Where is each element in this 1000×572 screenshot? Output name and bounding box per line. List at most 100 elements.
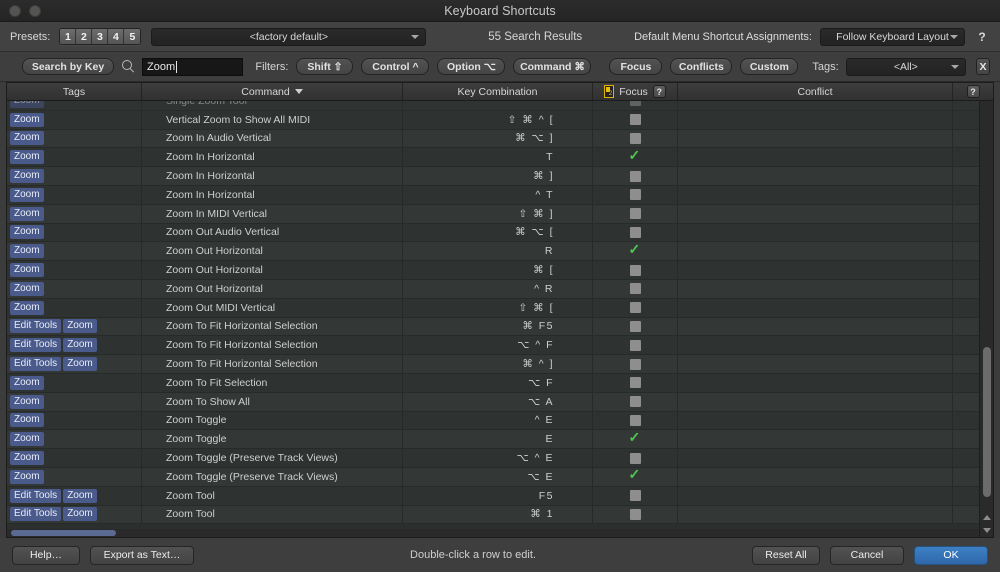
row-focus-cell[interactable] <box>593 279 678 298</box>
table-row[interactable]: Zoom Zoom In MIDI Vertical ⇧ ⌘ ] <box>7 204 993 224</box>
table-row[interactable]: Zoom Zoom Out Audio Vertical ⌘ ⌥ [ <box>7 223 993 243</box>
column-header-conflict-help[interactable]: ? <box>953 83 993 100</box>
row-focus-cell[interactable] <box>593 411 678 430</box>
scroll-up-arrow-icon[interactable] <box>982 515 991 520</box>
filter-conflicts-button[interactable]: Conflicts <box>670 58 733 75</box>
vertical-scrollbar[interactable] <box>979 101 993 537</box>
preset-select[interactable]: <factory default> <box>151 27 427 46</box>
focus-checkbox[interactable] <box>629 339 641 351</box>
preset-button-4[interactable]: 4 <box>108 29 125 44</box>
focus-checkbox[interactable] <box>629 490 641 502</box>
filter-command-button[interactable]: Command ⌘ <box>513 58 592 75</box>
ok-button[interactable]: OK <box>914 545 988 565</box>
row-focus-cell[interactable] <box>593 449 678 467</box>
focus-checkbox[interactable] <box>629 264 641 276</box>
focus-checkmark-icon[interactable] <box>629 242 642 257</box>
search-input[interactable]: Zoom <box>142 57 244 76</box>
filter-focus-button[interactable]: Focus <box>609 58 663 75</box>
preset-button-5[interactable]: 5 <box>124 29 141 44</box>
clear-filters-button[interactable]: X <box>976 58 990 75</box>
row-focus-cell[interactable] <box>593 185 678 204</box>
table-row[interactable]: Zoom Zoom In Horizontal ⌘ ] <box>7 167 993 186</box>
conflict-help-icon[interactable]: ? <box>966 85 980 98</box>
focus-checkbox[interactable] <box>629 414 641 426</box>
vertical-scroll-thumb[interactable] <box>983 347 991 497</box>
row-focus-cell[interactable] <box>593 355 678 373</box>
search-by-key-button[interactable]: Search by Key <box>22 58 114 75</box>
help-question-icon[interactable]: ? <box>974 29 990 45</box>
focus-checkbox[interactable] <box>629 508 641 520</box>
table-row[interactable]: Edit Tools Zoom Zoom To Fit Horizontal Sel… <box>7 317 993 337</box>
row-focus-cell[interactable] <box>593 242 678 261</box>
column-header-key-combination[interactable]: Key Combination <box>403 83 593 100</box>
table-row[interactable]: Zoom Zoom Toggle ^ E <box>7 411 993 431</box>
table-row[interactable]: Zoom Zoom Toggle E <box>7 430 993 450</box>
column-header-command[interactable]: Command <box>142 83 403 100</box>
row-focus-cell[interactable] <box>593 486 678 505</box>
focus-checkmark-icon[interactable] <box>629 467 642 482</box>
column-header-focus[interactable]: Focus ? <box>593 83 678 100</box>
table-row[interactable]: Zoom Zoom In Horizontal ^ T <box>7 185 993 205</box>
row-focus-cell[interactable] <box>593 336 678 355</box>
focus-checkbox[interactable] <box>629 283 641 295</box>
focus-checkbox[interactable] <box>629 208 641 220</box>
focus-checkbox[interactable] <box>629 377 641 389</box>
table-row[interactable]: Zoom Zoom In Audio Vertical ⌘ ⌥ ] <box>7 129 993 149</box>
column-header-tags[interactable]: Tags <box>7 83 142 100</box>
row-focus-cell[interactable] <box>593 392 678 411</box>
row-focus-cell[interactable] <box>593 148 678 167</box>
table-row[interactable]: Zoom Zoom Toggle (Preserve Track Views) ⌥ … <box>7 467 993 487</box>
table-row[interactable]: Zoom Zoom Out MIDI Vertical ⇧ ⌘ [ <box>7 298 993 318</box>
preset-button-3[interactable]: 3 <box>92 29 109 44</box>
filter-control-button[interactable]: Control ^ <box>361 58 430 75</box>
table-row[interactable]: Zoom Zoom To Fit Selection ⌥ F <box>7 373 993 393</box>
focus-help-icon[interactable]: ? <box>652 85 666 98</box>
row-focus-cell[interactable] <box>593 223 678 242</box>
help-button[interactable]: Help… <box>12 545 80 565</box>
default-menu-assignments-select[interactable]: Follow Keyboard Layout <box>820 27 965 46</box>
scroll-down-arrow-icon[interactable] <box>982 528 991 533</box>
focus-checkbox[interactable] <box>629 302 641 314</box>
focus-checkmark-icon[interactable] <box>629 430 642 445</box>
focus-checkbox[interactable] <box>629 132 641 144</box>
row-focus-cell[interactable] <box>593 430 678 449</box>
table-row[interactable]: Zoom Single Zoom Tool <box>7 101 993 111</box>
focus-checkbox[interactable] <box>629 189 641 201</box>
row-focus-cell[interactable] <box>593 110 678 129</box>
preset-button-2[interactable]: 2 <box>76 29 93 44</box>
row-focus-cell[interactable] <box>593 317 678 336</box>
row-focus-cell[interactable] <box>593 167 678 185</box>
table-row[interactable]: Zoom Zoom In Horizontal T <box>7 148 993 168</box>
focus-checkbox[interactable] <box>629 170 641 182</box>
column-header-conflict[interactable]: Conflict <box>678 83 953 100</box>
filter-custom-button[interactable]: Custom <box>740 58 799 75</box>
table-row[interactable]: Zoom Zoom To Show All ⌥ A <box>7 392 993 412</box>
filter-option-button[interactable]: Option ⌥ <box>437 58 506 75</box>
table-row[interactable]: Zoom Zoom Out Horizontal ⌘ [ <box>7 261 993 280</box>
horizontal-scrollbar[interactable] <box>7 529 979 537</box>
row-focus-cell[interactable] <box>593 261 678 279</box>
table-row[interactable]: Edit Tools Zoom Zoom To Fit Horizontal Sel… <box>7 355 993 374</box>
row-focus-cell[interactable] <box>593 129 678 148</box>
table-row[interactable]: Zoom Zoom Out Horizontal R <box>7 242 993 262</box>
tags-select[interactable]: <All> <box>845 57 967 76</box>
focus-checkbox[interactable] <box>629 226 641 238</box>
table-row[interactable]: Zoom Zoom Toggle (Preserve Track Views) ⌥ … <box>7 449 993 468</box>
focus-checkbox[interactable] <box>629 396 641 408</box>
table-row[interactable]: Zoom Zoom Out Horizontal ^ R <box>7 279 993 299</box>
preset-button-1[interactable]: 1 <box>60 29 77 44</box>
table-row[interactable]: Edit Tools Zoom Zoom To Fit Horizontal Sel… <box>7 336 993 356</box>
focus-checkbox[interactable] <box>629 101 641 107</box>
row-focus-cell[interactable] <box>593 298 678 317</box>
row-focus-cell[interactable] <box>593 467 678 486</box>
row-focus-cell[interactable] <box>593 505 678 524</box>
reset-all-button[interactable]: Reset All <box>752 545 820 565</box>
focus-checkbox[interactable] <box>629 358 641 370</box>
table-row[interactable]: Zoom Vertical Zoom to Show All MIDI ⇧ ⌘ ^ … <box>7 110 993 130</box>
focus-checkbox[interactable] <box>629 452 641 464</box>
filter-shift-button[interactable]: Shift ⇧ <box>296 58 354 75</box>
cancel-button[interactable]: Cancel <box>830 545 904 565</box>
row-focus-cell[interactable] <box>593 101 678 110</box>
horizontal-scroll-thumb[interactable] <box>11 530 116 536</box>
focus-checkbox[interactable] <box>629 114 641 126</box>
